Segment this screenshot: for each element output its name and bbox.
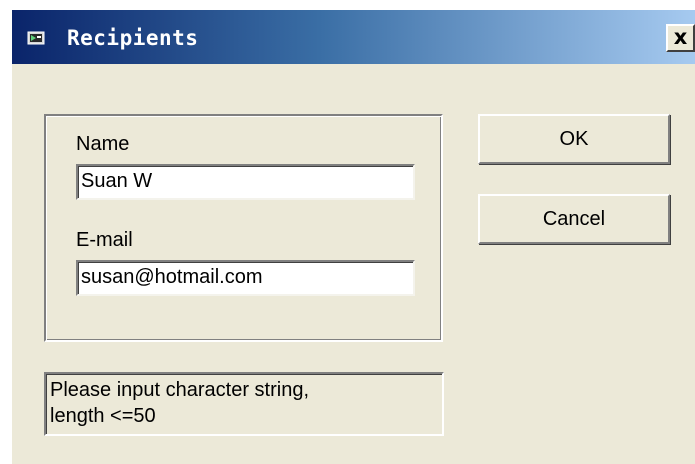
close-icon: x: [673, 25, 688, 49]
status-line-2: length <=50: [50, 405, 156, 427]
email-label: E-mail: [76, 229, 133, 251]
status-line-1: Please input character string,: [50, 379, 310, 401]
recipients-dialog: Recipients x Name Suan W E-mail susan@ho…: [12, 10, 695, 464]
title-bar[interactable]: Recipients x: [12, 10, 695, 64]
email-field[interactable]: susan@hotmail.com: [76, 260, 415, 296]
cancel-button[interactable]: Cancel: [478, 194, 670, 244]
window-title: Recipients: [67, 26, 199, 50]
status-message: Please input character string, length <=…: [44, 372, 444, 436]
ok-button[interactable]: OK: [478, 114, 670, 164]
name-label: Name: [76, 133, 130, 155]
name-field[interactable]: Suan W: [76, 164, 415, 200]
app-window-icon: [27, 30, 47, 46]
close-button[interactable]: x: [666, 24, 695, 52]
